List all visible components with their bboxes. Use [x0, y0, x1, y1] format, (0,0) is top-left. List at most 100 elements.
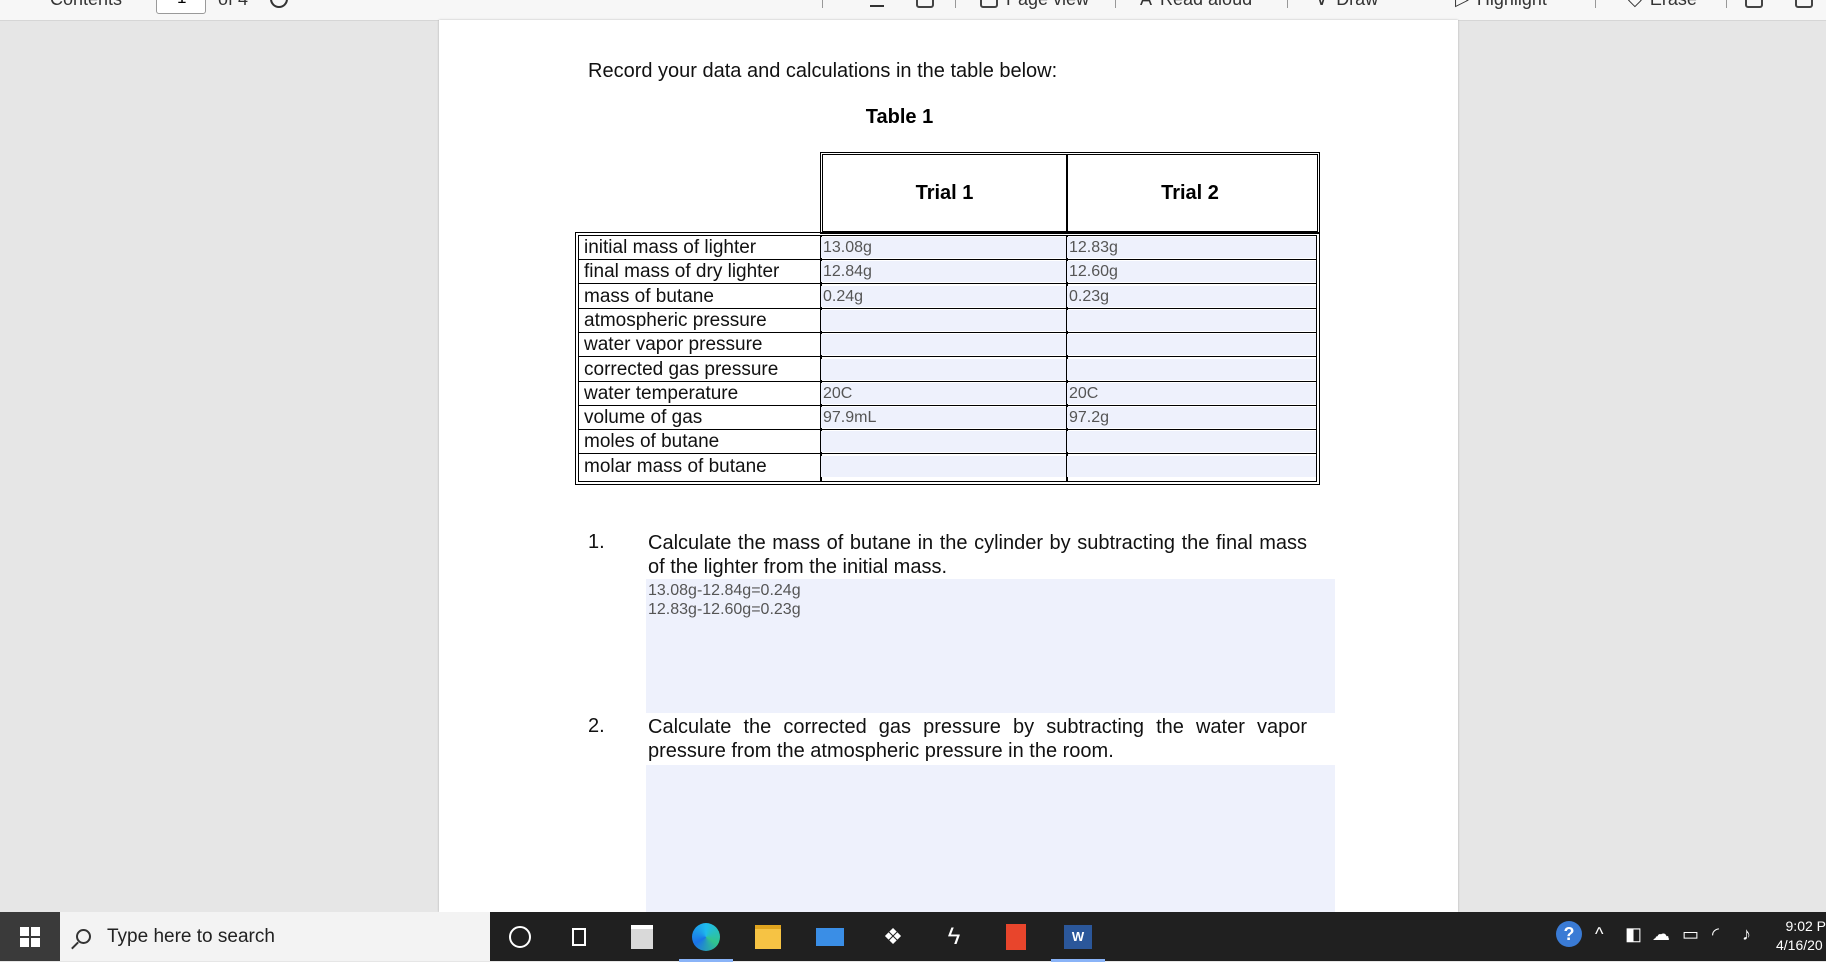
store-icon[interactable] [625, 920, 659, 954]
page-current: 1 [177, 0, 186, 8]
highlight-label: Highlight [1477, 0, 1547, 10]
draw-label: Draw [1336, 0, 1378, 10]
onedrive-icon[interactable]: ☁ [1652, 924, 1670, 945]
row-label: initial mass of lighter [584, 237, 757, 258]
mail-icon[interactable] [813, 920, 847, 954]
office-icon[interactable] [999, 920, 1033, 954]
table-row: final mass of dry lighter 12.84g 12.60g [579, 260, 1316, 285]
question-1-answer-field[interactable]: 13.08g-12.84g=0.24g 12.83g-12.60g=0.23g [646, 579, 1335, 713]
trial-2-field[interactable]: 97.2g [1066, 407, 1316, 429]
row-label: water temperature [584, 382, 739, 404]
battery-icon[interactable]: ▭ [1682, 924, 1699, 945]
cortana-icon[interactable] [503, 920, 537, 954]
word-icon[interactable]: W [1051, 920, 1105, 962]
clock-time: 9:02 P [1785, 918, 1826, 934]
windows-logo-icon [20, 926, 40, 947]
row-label: water vapor pressure [584, 334, 763, 356]
table-row: mass of butane 0.24g 0.23g [579, 285, 1316, 309]
trial-1-field[interactable]: 12.84g [820, 261, 1066, 283]
highlight-button[interactable]: ▷ Highlight [1455, 0, 1547, 11]
question-2-answer-field[interactable] [646, 765, 1335, 912]
row-label: atmospheric pressure [584, 309, 767, 331]
trial-2-field[interactable] [1066, 309, 1316, 331]
meet-now-icon[interactable]: ◧ [1625, 924, 1642, 945]
highlighter-icon: ▷ [1455, 0, 1469, 10]
page-total: of 4 [218, 0, 248, 11]
trial-1-field[interactable] [820, 334, 1066, 356]
trial-1-field[interactable]: 20C [820, 382, 1066, 404]
dropbox-icon[interactable]: ❖ [876, 920, 910, 954]
search-icon[interactable] [270, 0, 288, 11]
question-1-text: Calculate the mass of butane in the cyli… [648, 532, 1307, 578]
erase-label: Erase [1650, 0, 1697, 10]
app-arrow-icon[interactable]: ϟ [937, 920, 971, 954]
search-placeholder: Type here to search [107, 925, 275, 947]
windows-taskbar: Type here to search ❖ ϟ W ? ^ ◧ ☁ ▭ ◜ ♪ … [0, 912, 1826, 962]
trial-2-field[interactable]: 0.23g [1066, 285, 1316, 307]
trial-2-field[interactable] [1066, 334, 1316, 356]
trial-1-field[interactable] [820, 431, 1066, 453]
search-icon [76, 929, 91, 944]
table-header: Trial 1 Trial 2 [820, 152, 1320, 234]
pdf-page: Record your data and calculations in the… [439, 20, 1458, 912]
question-2-number: 2. [588, 715, 605, 737]
clock[interactable]: 9:02 P 4/16/20 [1776, 917, 1826, 955]
row-label: volume of gas [584, 407, 703, 429]
intro-text: Record your data and calculations in the… [588, 60, 1058, 82]
trial-2-field[interactable]: 12.60g [1066, 261, 1316, 283]
column-header-trial-2: Trial 2 [1161, 181, 1219, 204]
volume-icon[interactable]: ♪ [1742, 924, 1751, 945]
chevron-up-icon[interactable]: ^ [1595, 924, 1603, 945]
trial-1-field[interactable] [820, 455, 1066, 477]
erase-button[interactable]: ◇ Erase [1628, 0, 1697, 11]
table-row: initial mass of lighter 13.08g 12.83g [579, 236, 1316, 260]
trial-2-field[interactable]: 12.83g [1066, 237, 1316, 258]
trial-2-field[interactable]: 20C [1066, 382, 1316, 404]
print-icon[interactable] [1745, 0, 1763, 11]
eraser-icon: ◇ [1628, 0, 1642, 10]
question-1-number: 1. [588, 531, 605, 553]
table-row: molar mass of butane [579, 455, 1316, 479]
table-title: Table 1 [865, 106, 934, 128]
trial-1-field[interactable] [820, 309, 1066, 331]
draw-button[interactable]: ∨ Draw [1315, 0, 1378, 11]
contents-label: Contents [50, 0, 122, 10]
table-row: atmospheric pressure [579, 309, 1316, 333]
start-button[interactable] [0, 912, 60, 961]
trial-1-field[interactable]: 97.9mL [820, 407, 1066, 429]
read-aloud-label: Read aloud [1160, 0, 1252, 10]
table-row: volume of gas 97.9mL 97.2g [579, 406, 1316, 431]
read-aloud-button[interactable]: A Read aloud [1140, 0, 1252, 11]
file-explorer-icon[interactable] [751, 920, 785, 954]
row-label: corrected gas pressure [584, 358, 779, 380]
trial-1-field[interactable]: 0.24g [820, 285, 1066, 307]
draw-ink-icon[interactable] [870, 0, 884, 11]
page-number-input[interactable]: 1 [156, 0, 206, 14]
page-view-icon [980, 0, 998, 8]
help-icon[interactable]: ? [1556, 921, 1582, 947]
table-row: water vapor pressure [579, 333, 1316, 358]
pen-icon: ∨ [1315, 0, 1328, 10]
question-2-text: Calculate the corrected gas pressure by … [648, 716, 1307, 762]
trial-2-field[interactable] [1066, 358, 1316, 380]
taskbar-search-box[interactable]: Type here to search [60, 912, 490, 961]
task-view-icon[interactable] [562, 920, 596, 954]
trial-2-field[interactable] [1066, 431, 1316, 453]
trial-1-field[interactable] [820, 358, 1066, 380]
fit-icon[interactable] [916, 0, 934, 11]
table-row: moles of butane [579, 430, 1316, 455]
contents-button[interactable]: Contents [28, 0, 122, 11]
trial-1-field[interactable]: 13.08g [820, 237, 1066, 258]
column-header-trial-1: Trial 1 [915, 181, 974, 204]
wifi-icon[interactable]: ◜ [1712, 924, 1719, 945]
table-row: corrected gas pressure [579, 358, 1316, 382]
row-label: molar mass of butane [584, 455, 767, 477]
save-icon[interactable] [1795, 0, 1813, 11]
page-view-button[interactable]: Page view [980, 0, 1089, 11]
table-row: water temperature 20C 20C [579, 382, 1316, 406]
edge-icon[interactable] [679, 920, 733, 962]
trial-2-field[interactable] [1066, 455, 1316, 477]
pdf-toolbar: Contents 1 of 4 Page view A Read aloud ∨… [0, 0, 1826, 21]
row-label: mass of butane [584, 285, 714, 307]
row-label: final mass of dry lighter [584, 261, 780, 283]
